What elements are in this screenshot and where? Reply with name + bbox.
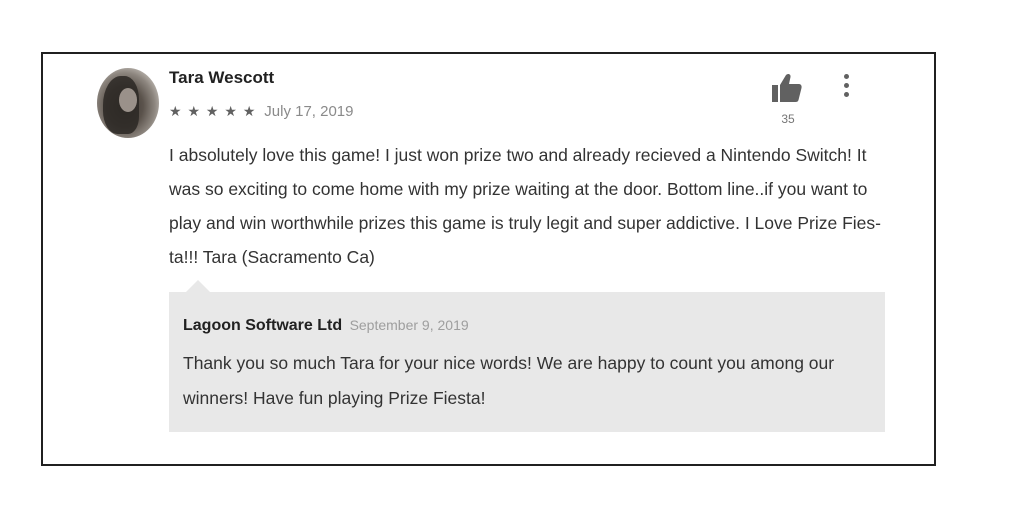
star-icon: ★ bbox=[187, 103, 202, 119]
reply-header: Lagoon Software Ltd September 9, 2019 bbox=[183, 317, 469, 335]
review-date: July 17, 2019 bbox=[264, 103, 354, 120]
star-icon: ★ bbox=[205, 103, 220, 119]
thumbs-up-icon[interactable] bbox=[771, 72, 803, 104]
developer-reply: Lagoon Software Ltd September 9, 2019 Th… bbox=[169, 292, 885, 432]
reply-date: September 9, 2019 bbox=[349, 317, 469, 333]
star-icon: ★ bbox=[242, 103, 257, 119]
helpful-count: 35 bbox=[781, 112, 795, 126]
star-icon: ★ bbox=[224, 103, 238, 119]
review-card: Tara Wescott ★ ★ ★ ★ ★ July 17, 2019 35 … bbox=[41, 52, 936, 466]
reply-author-name: Lagoon Software Ltd bbox=[183, 317, 343, 334]
avatar-face bbox=[119, 88, 137, 112]
rating-row: ★ ★ ★ ★ ★ July 17, 2019 bbox=[169, 103, 354, 120]
user-avatar[interactable] bbox=[97, 68, 159, 138]
review-author-name: Tara Wescott bbox=[169, 68, 275, 87]
review-text: I absolutely love this game! I just won … bbox=[169, 145, 881, 267]
reply-text: Thank you so much Tara for your nice wor… bbox=[183, 353, 835, 408]
star-icon: ★ bbox=[169, 103, 183, 119]
reply-pointer bbox=[186, 280, 210, 292]
star-rating: ★ ★ ★ ★ ★ bbox=[169, 103, 261, 119]
more-vertical-icon[interactable] bbox=[839, 74, 853, 100]
